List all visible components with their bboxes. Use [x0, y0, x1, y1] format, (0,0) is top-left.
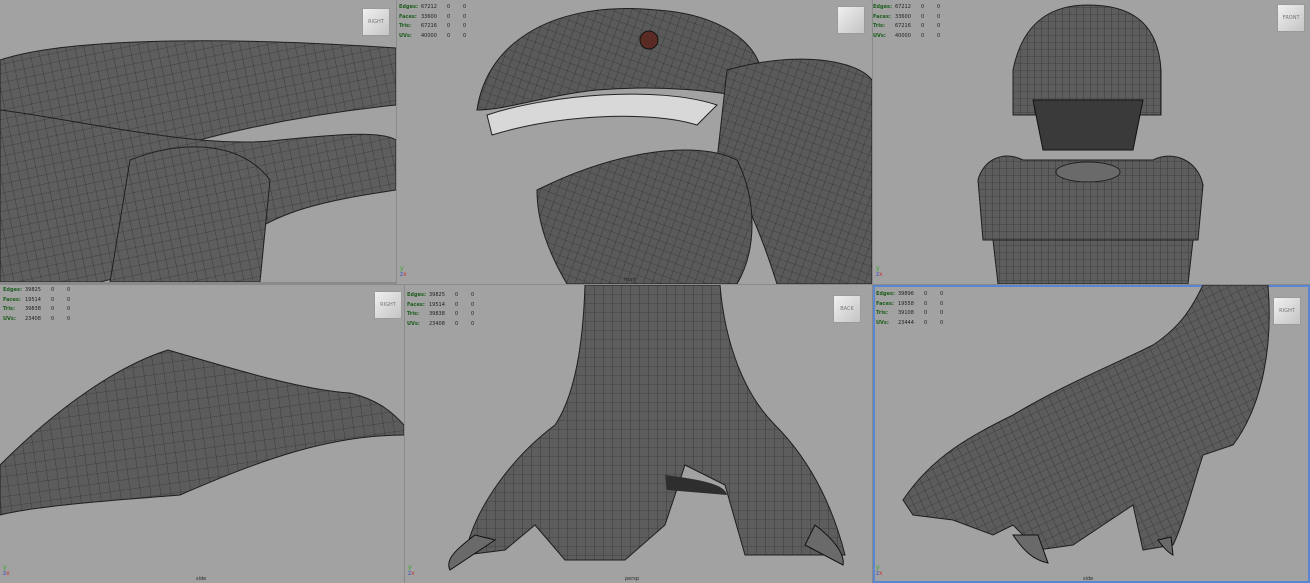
viewport-side-left[interactable]: Edges: 39825 0 0 Faces: 19514 0 0 Tris: 39838 0 0…	[0, 285, 404, 583]
mesh-front-head-view	[977, 4, 1204, 284]
poly-count-hud: Edges: 67212 0 0 Faces: 33600 0 0 Tris: 67216 0 0…	[873, 4, 941, 39]
viewport-persp-foot[interactable]: Edges: 39825 0 0 Faces: 19514 0 0 Tris: 39838 0 0…	[405, 285, 872, 583]
camera-label: front	[624, 277, 636, 283]
view-cube[interactable]: RIGHT	[374, 291, 402, 319]
mesh-tail-view	[0, 40, 396, 282]
poly-count-hud: Edges: 39825 0 0 Faces: 19514 0 0 Tris: 39838 0 0…	[3, 287, 71, 322]
poly-count-hud: Edges: 67212 0 0 Faces: 33600 0 0 Tris: 67216 0 0…	[399, 4, 467, 39]
mesh-head-view	[476, 8, 872, 284]
poly-count-hud: Edges: 39825 0 0 Faces: 19514 0 0 Tris: 39838 0 0…	[407, 292, 475, 327]
viewport-front-head[interactable]: Edges: 67212 0 0 Faces: 33600 0 0 Tris: 67216 0 0…	[397, 0, 872, 284]
axis-gizmo: y zx	[876, 265, 883, 278]
camera-label: side	[1083, 576, 1094, 582]
camera-label: persp	[625, 576, 640, 582]
mesh-foot-persp-view	[448, 285, 846, 571]
axis-gizmo: y zx	[408, 564, 415, 577]
camera-label: side	[196, 576, 207, 582]
mesh-foot-side-view	[902, 285, 1270, 564]
view-cube[interactable]: RIGHT	[362, 8, 390, 36]
viewport-side-right[interactable]: Edges: 39896 0 0 Faces: 19558 0 0 Tris: 39108 0 0…	[873, 285, 1310, 583]
viewport-front-right[interactable]: Edges: 67212 0 0 Faces: 33600 0 0 Tris: 67216 0 0…	[873, 0, 1310, 284]
poly-count-hud: Edges: 39896 0 0 Faces: 19558 0 0 Tris: 39108 0 0…	[876, 291, 944, 326]
view-cube[interactable]	[837, 6, 865, 34]
axis-gizmo: y zx	[876, 564, 883, 577]
mesh-leg-side-view	[0, 349, 404, 516]
viewport-right-top-left[interactable]: RIGHT	[0, 0, 396, 282]
axis-gizmo: y zx	[3, 564, 10, 577]
view-cube[interactable]: FRONT	[1277, 4, 1305, 32]
view-cube[interactable]: RIGHT	[1273, 297, 1301, 325]
axis-gizmo: y zx	[400, 265, 407, 278]
view-cube[interactable]: BACK	[833, 295, 861, 323]
